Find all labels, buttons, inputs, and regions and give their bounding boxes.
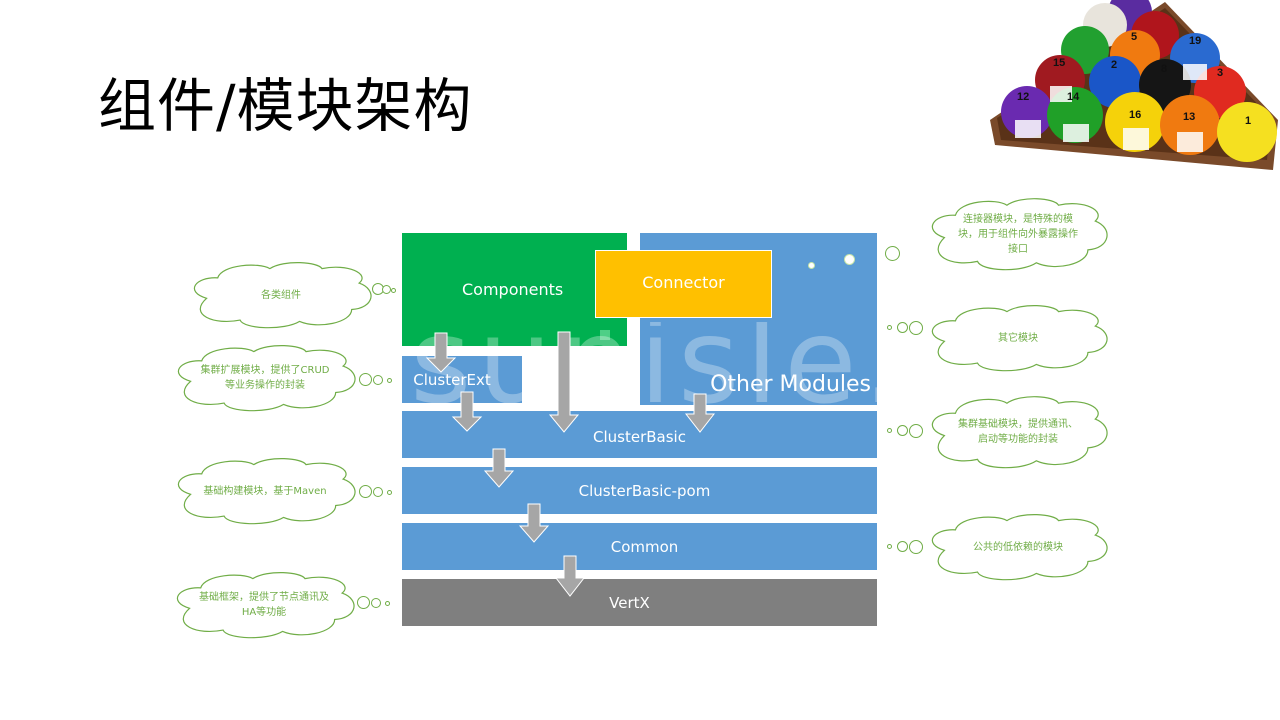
annotation-cloud-components: 各类组件 bbox=[188, 262, 374, 329]
annotation-cloud-connector: 连接器模块，是特殊的模块，用于组件向外暴露操作接口 bbox=[926, 198, 1110, 271]
annotation-cloud-other-modules: 其它模块 bbox=[926, 305, 1110, 372]
annotation-text: 连接器模块，是特殊的模块，用于组件向外暴露操作接口 bbox=[958, 213, 1078, 255]
thought-bubble-icon bbox=[371, 598, 381, 608]
thought-bubble-icon bbox=[887, 325, 892, 330]
thought-bubble-icon bbox=[373, 375, 383, 385]
down-arrow-icon bbox=[518, 503, 550, 543]
thought-bubble-icon bbox=[387, 490, 392, 495]
annotation-text: 集群基础模块，提供通讯、启动等功能的封装 bbox=[958, 419, 1078, 445]
thought-bubble-icon bbox=[909, 424, 923, 438]
thought-bubble-icon bbox=[391, 288, 396, 293]
thought-bubble-icon bbox=[357, 596, 370, 609]
annotation-text: 基础构建模块，基于Maven bbox=[203, 485, 327, 497]
down-arrow-icon bbox=[483, 448, 515, 488]
thought-bubble-icon bbox=[897, 425, 908, 436]
thought-bubble-icon bbox=[887, 544, 892, 549]
thought-bubble-icon bbox=[385, 601, 390, 606]
down-arrow-icon bbox=[554, 555, 586, 597]
annotation-cloud-cluster-basic-pom: 基础构建模块，基于Maven bbox=[172, 458, 358, 525]
thought-bubble-icon bbox=[909, 540, 923, 554]
down-arrow-icon bbox=[684, 393, 716, 433]
thought-bubble-icon bbox=[373, 487, 383, 497]
down-arrow-icon bbox=[451, 391, 483, 432]
thought-bubble-icon bbox=[382, 285, 391, 294]
annotation-text: 公共的低依赖的模块 bbox=[973, 541, 1063, 553]
thought-bubble-icon bbox=[909, 321, 923, 335]
annotation-cloud-cluster-ext: 集群扩展模块，提供了CRUD等业务操作的封装 bbox=[172, 345, 358, 412]
thought-bubble-icon bbox=[887, 428, 892, 433]
annotation-cloud-cluster-basic: 集群基础模块，提供通讯、启动等功能的封装 bbox=[926, 396, 1110, 469]
down-arrow-icon bbox=[425, 332, 457, 373]
thought-bubble-icon bbox=[897, 541, 908, 552]
annotation-text: 其它模块 bbox=[998, 332, 1038, 344]
thought-bubble-icon bbox=[359, 485, 372, 498]
thought-bubble-icon bbox=[359, 373, 372, 386]
annotation-text: 各类组件 bbox=[261, 289, 301, 301]
thought-bubble-icon bbox=[885, 246, 900, 261]
annotation-text: 集群扩展模块，提供了CRUD等业务操作的封装 bbox=[200, 365, 330, 391]
annotation-cloud-common: 公共的低依赖的模块 bbox=[926, 514, 1110, 581]
annotation-text: 基础框架，提供了节点通讯及HA等功能 bbox=[199, 592, 329, 618]
annotation-cloud-vertx: 基础框架，提供了节点通讯及HA等功能 bbox=[171, 572, 357, 639]
down-arrow-icon bbox=[548, 331, 580, 433]
thought-bubble-icon bbox=[387, 378, 392, 383]
thought-bubble-icon bbox=[897, 322, 908, 333]
